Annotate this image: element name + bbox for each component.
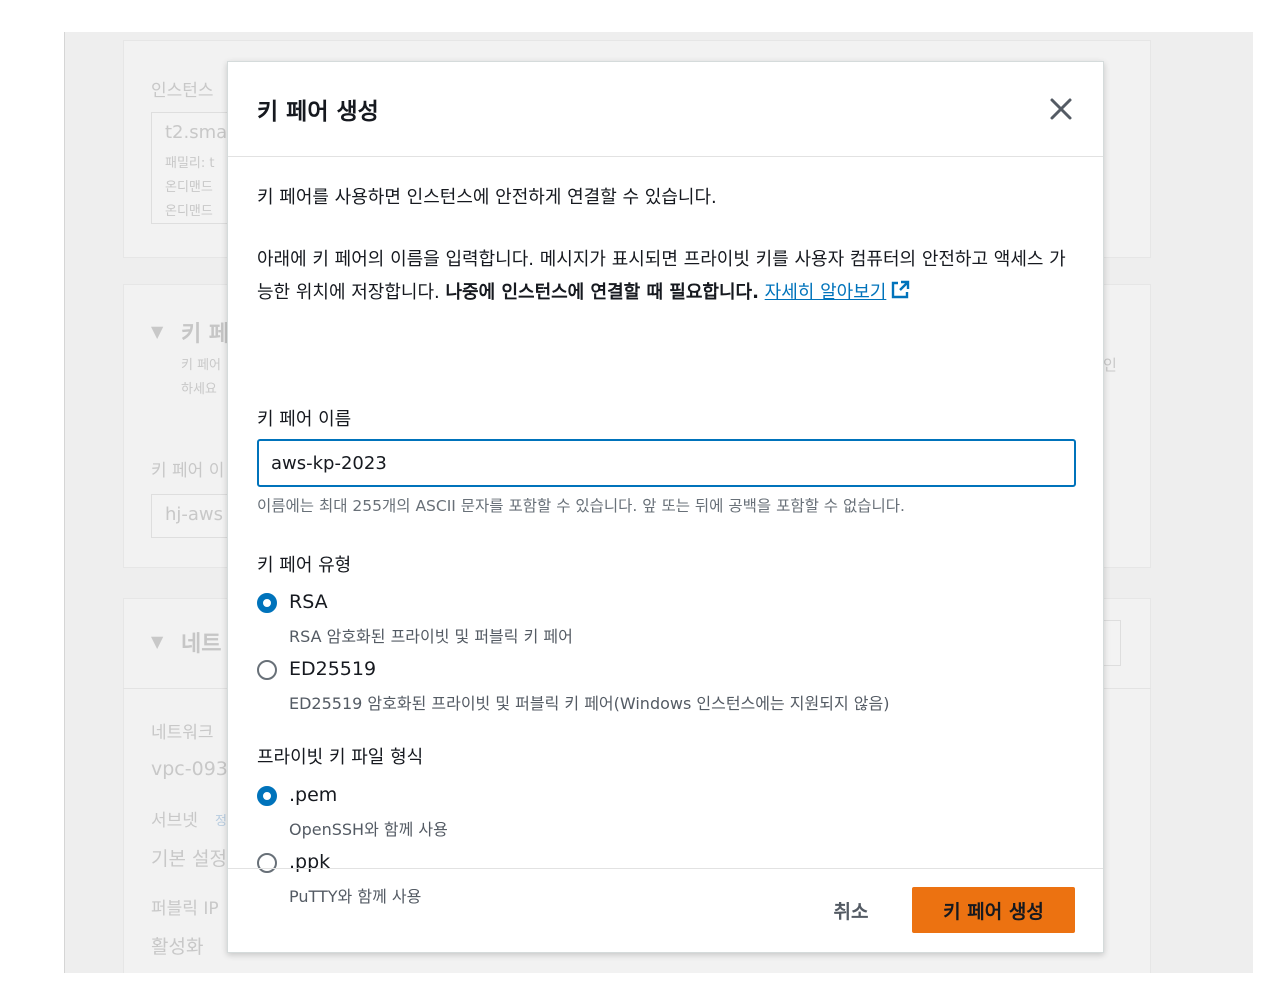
bg-network-section: 네트: [181, 632, 222, 657]
modal-header: 키 페어 생성: [228, 62, 1103, 157]
radio-option-ed25519[interactable]: ED25519 ED25519 암호화된 프라이빗 및 퍼블릭 키 페어(Win…: [257, 658, 1077, 720]
bg-family: 패밀리: t: [165, 156, 215, 171]
private-key-format-label: 프라이빗 키 파일 형식: [257, 747, 424, 768]
bg-vpc-value: vpc-093: [151, 758, 228, 780]
bg-keypair-desc2: 하세요: [181, 382, 217, 397]
bg-instance-type: t2.sma: [165, 122, 228, 143]
modal-title: 키 페어 생성: [257, 99, 379, 125]
modal-footer: 취소 키 페어 생성: [228, 868, 1103, 952]
close-icon: [1050, 98, 1072, 120]
radio-label-pem: .pem: [289, 784, 338, 806]
bg-subnet-label: 서브넷: [151, 811, 198, 831]
key-pair-name-label: 키 페어 이름: [257, 409, 352, 430]
learn-more-label: 자세히 알아보기: [764, 282, 887, 303]
cancel-button[interactable]: 취소: [816, 887, 886, 933]
bg-enable: 활성화: [151, 936, 204, 958]
radio-option-pem[interactable]: .pem OpenSSH와 함께 사용: [257, 784, 1077, 846]
radio-button-pem[interactable]: [257, 786, 277, 806]
bg-right-fragment: 인: [1103, 356, 1117, 374]
radio-button-rsa[interactable]: [257, 593, 277, 613]
key-pair-type-label: 키 페어 유형: [257, 555, 352, 576]
radio-desc-rsa: RSA 암호화된 프라이빗 및 퍼블릭 키 페어: [289, 627, 573, 646]
create-key-pair-modal: 키 페어 생성 키 페어를 사용하면 인스턴스에 안전하게 연결할 수 있습니다…: [227, 61, 1104, 953]
bg-triangle-icon: ▼: [151, 322, 164, 341]
external-link-icon: [890, 278, 910, 311]
radio-button-ed25519[interactable]: [257, 660, 277, 680]
bg-public-ip-label: 퍼블릭 IP: [151, 899, 219, 919]
key-pair-name-input[interactable]: [257, 439, 1076, 487]
intro-text: 키 페어를 사용하면 인스턴스에 안전하게 연결할 수 있습니다.: [257, 187, 717, 208]
close-button[interactable]: [1046, 94, 1076, 124]
bg-triangle-icon-2: ▼: [151, 632, 164, 651]
key-pair-name-hint: 이름에는 최대 255개의 ASCII 문자를 포함할 수 있습니다. 앞 또는…: [257, 497, 905, 515]
radio-label-ed25519: ED25519: [289, 658, 377, 680]
radio-desc-pem: OpenSSH와 함께 사용: [289, 820, 448, 839]
radio-desc-ed25519: ED25519 암호화된 프라이빗 및 퍼블릭 키 페어(Windows 인스턴…: [289, 694, 890, 713]
description-text: 아래에 키 페어의 이름을 입력합니다. 메시지가 표시되면 프라이빗 키를 사…: [257, 243, 1077, 311]
create-key-pair-button[interactable]: 키 페어 생성: [912, 887, 1075, 933]
learn-more-link[interactable]: 자세히 알아보기: [764, 280, 911, 303]
bg-subnet-info: 정: [215, 814, 227, 829]
bg-keypair-value: hj-aws: [165, 504, 224, 525]
bg-instance-label: 인스턴스: [151, 81, 214, 101]
bg-ondemand-1: 온디맨드: [165, 180, 213, 195]
bg-keypair-desc1: 키 페어: [181, 358, 222, 373]
bg-keypair-name-label: 키 페어 이: [151, 461, 225, 481]
bg-ondemand-2: 온디맨드: [165, 204, 213, 219]
bg-default-setting: 기본 설정: [151, 848, 227, 870]
radio-label-rsa: RSA: [289, 591, 328, 613]
bg-keypair-section: 키 페: [181, 322, 230, 347]
bg-network-label: 네트워크: [151, 723, 214, 743]
description-bold: 나중에 인스턴스에 연결할 때 필요합니다.: [445, 282, 759, 303]
radio-option-rsa[interactable]: RSA RSA 암호화된 프라이빗 및 퍼블릭 키 페어: [257, 591, 1077, 653]
